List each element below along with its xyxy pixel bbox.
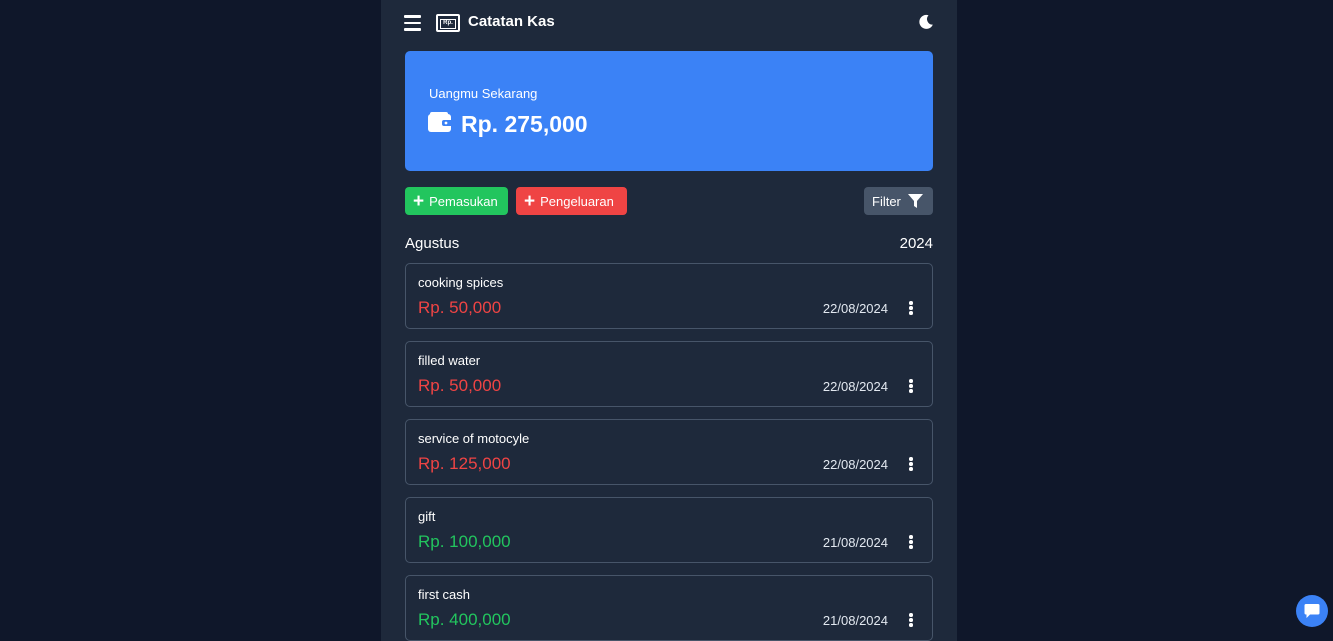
transaction-list: cooking spices Rp. 50,000 22/08/2024 fil… — [405, 263, 933, 641]
moon-icon[interactable] — [918, 14, 934, 30]
period-month: Agustus — [405, 235, 460, 252]
balance-card: Uangmu Sekarang Rp. 275,000 — [405, 51, 933, 171]
balance-label: Uangmu Sekarang — [429, 86, 538, 101]
period-year: 2024 — [899, 235, 933, 252]
transaction-item[interactable]: cooking spices Rp. 50,000 22/08/2024 — [405, 263, 933, 329]
transaction-item[interactable]: gift Rp. 100,000 21/08/2024 — [405, 497, 933, 563]
add-income-label: Pemasukan — [429, 193, 498, 209]
transaction-amount: Rp. 100,000 — [418, 532, 511, 551]
transaction-item[interactable]: service of motocyle Rp. 125,000 22/08/20… — [405, 419, 933, 485]
ellipsis-vertical-icon[interactable] — [908, 301, 914, 315]
filter-button[interactable]: Filter — [864, 187, 933, 215]
transaction-name: first cash — [418, 587, 471, 602]
transaction-date: 22/08/2024 — [822, 379, 888, 394]
money-bill-icon: Rp. — [436, 14, 460, 32]
transaction-amount: Rp. 50,000 — [418, 298, 502, 317]
chat-icon — [1304, 604, 1320, 618]
hamburger-icon[interactable] — [404, 15, 421, 31]
transaction-date: 21/08/2024 — [822, 535, 888, 550]
wallet-icon — [428, 112, 453, 132]
transaction-name: service of motocyle — [418, 431, 530, 446]
transaction-name: filled water — [418, 353, 481, 368]
transaction-item[interactable]: filled water Rp. 50,000 22/08/2024 — [405, 341, 933, 407]
transaction-date: 22/08/2024 — [822, 301, 888, 316]
transaction-name: cooking spices — [418, 275, 504, 290]
app-title: Catatan Kas — [468, 13, 555, 30]
chat-button[interactable] — [1296, 595, 1328, 627]
add-expense-label: Pengeluaran — [540, 193, 614, 209]
transaction-amount: Rp. 125,000 — [418, 454, 511, 473]
transaction-item[interactable]: first cash Rp. 400,000 21/08/2024 — [405, 575, 933, 641]
transaction-amount: Rp. 50,000 — [418, 376, 502, 395]
filter-icon — [907, 194, 923, 208]
add-expense-button[interactable]: + Pengeluaran — [516, 187, 627, 215]
ellipsis-vertical-icon[interactable] — [908, 535, 914, 549]
plus-icon: + — [524, 190, 536, 212]
navbar: Rp. Catatan Kas — [381, 0, 957, 46]
transaction-amount: Rp. 400,000 — [418, 610, 511, 629]
balance-amount: Rp. 275,000 — [461, 111, 588, 137]
ellipsis-vertical-icon[interactable] — [908, 613, 914, 627]
add-income-button[interactable]: + Pemasukan — [405, 187, 508, 215]
transaction-date: 21/08/2024 — [822, 613, 888, 628]
filter-label: Filter — [872, 193, 901, 209]
transaction-date: 22/08/2024 — [822, 457, 888, 472]
ellipsis-vertical-icon[interactable] — [908, 457, 914, 471]
app-panel: Rp. Catatan Kas Uangmu Sekarang Rp. 275,… — [381, 0, 957, 641]
plus-icon: + — [413, 190, 425, 212]
transaction-name: gift — [418, 509, 436, 524]
ellipsis-vertical-icon[interactable] — [908, 379, 914, 393]
logo-text: Rp. — [440, 19, 456, 29]
